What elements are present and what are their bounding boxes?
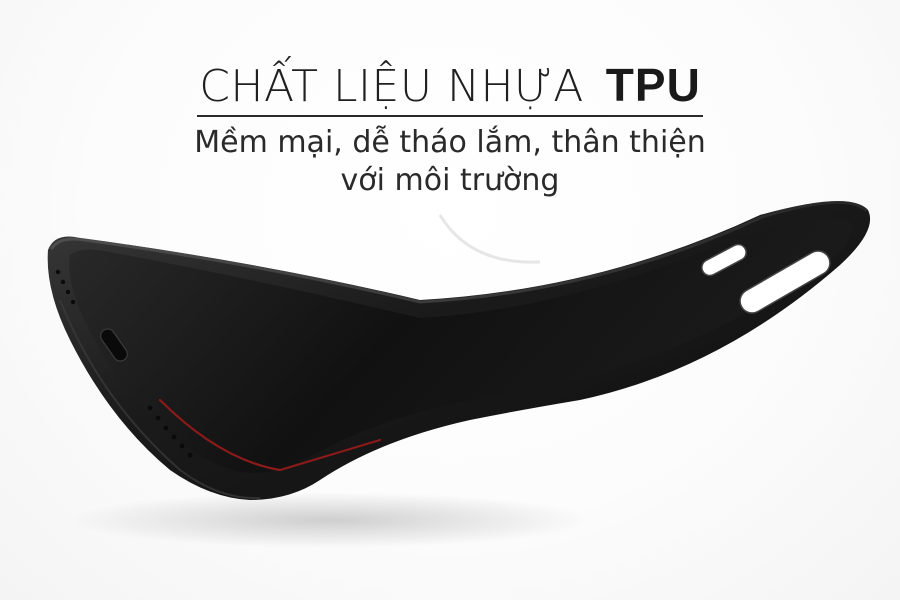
case-shadow bbox=[70, 492, 590, 548]
title-light: CHẤT LIỆU NHỰA bbox=[199, 61, 584, 112]
reflection-arc bbox=[438, 214, 541, 264]
title-line: CHẤT LIỆU NHỰA TPU bbox=[197, 58, 703, 117]
product-banner: CHẤT LIỆU NHỰA TPU Mềm mại, dễ tháo lắm, … bbox=[0, 0, 900, 600]
subtitle-line-2: với môi trường bbox=[340, 163, 560, 198]
headline: CHẤT LIỆU NHỰA TPU Mềm mại, dễ tháo lắm, … bbox=[0, 58, 900, 203]
title-bold: TPU bbox=[605, 59, 701, 111]
